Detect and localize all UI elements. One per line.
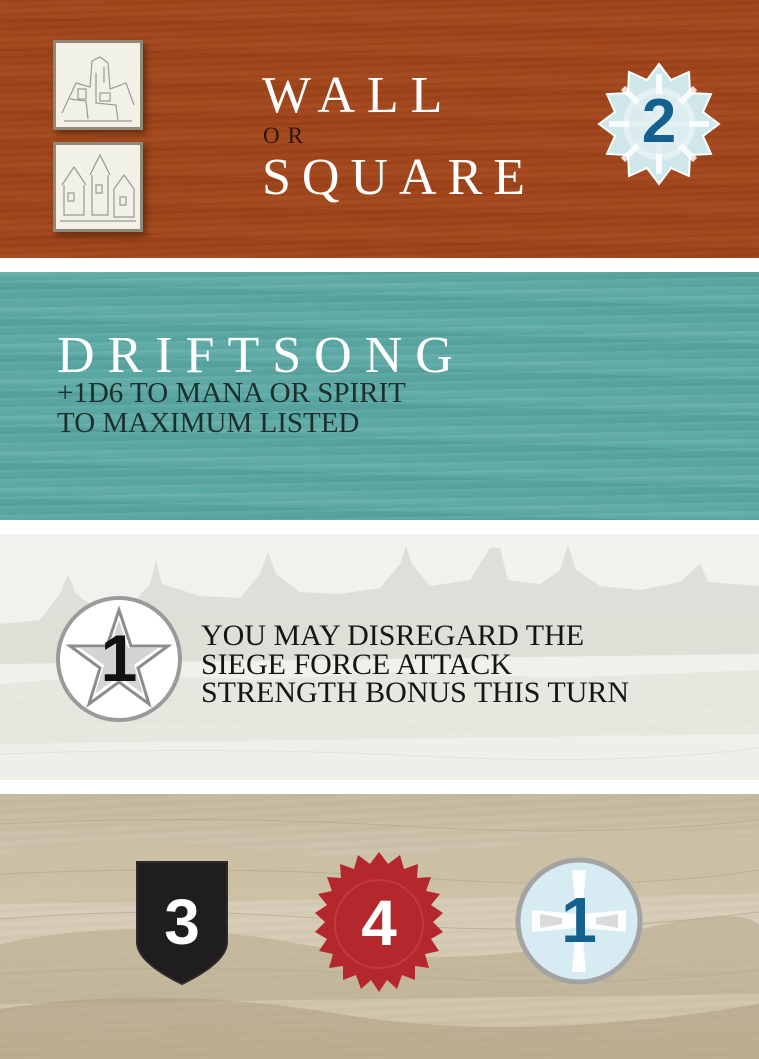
city-square-tile-icon	[53, 142, 143, 232]
title-square: SQUARE	[262, 149, 537, 206]
spell-name: DRIFTSONG	[57, 327, 466, 384]
ability-text-line-1: YOU MAY DISREGARD THE	[201, 619, 585, 652]
ability-value: 1	[100, 621, 138, 695]
stat-value-shield: 3	[164, 886, 200, 958]
title-wall: WALL	[262, 67, 455, 124]
title-or: OR	[263, 123, 311, 148]
spell-effect-line-2: TO MAXIMUM LISTED	[57, 407, 360, 439]
city-wall-tile-icon	[53, 40, 143, 130]
spell-cost: 2	[641, 87, 677, 156]
stat-value-seal: 4	[361, 887, 397, 959]
ability-text-line-3: STRENGTH BONUS THIS TURN	[201, 676, 630, 709]
spell-effect-line-1: +1D6 TO MANA OR SPIRIT	[57, 377, 406, 409]
stat-value-cross: 1	[561, 884, 597, 956]
spell-band: DRIFTSONG +1D6 TO MANA OR SPIRIT TO MAXI…	[0, 272, 759, 520]
